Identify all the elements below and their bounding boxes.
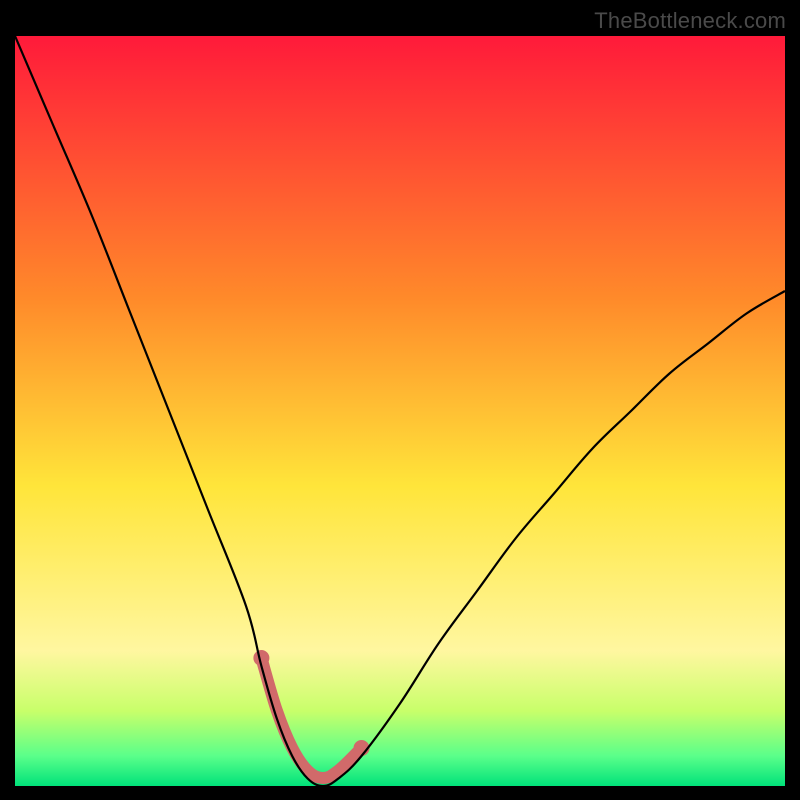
plot-area (15, 36, 785, 786)
chart-frame: TheBottleneck.com (0, 0, 800, 800)
watermark-text: TheBottleneck.com (594, 8, 786, 34)
gradient-background (15, 36, 785, 786)
chart-svg (15, 36, 785, 786)
